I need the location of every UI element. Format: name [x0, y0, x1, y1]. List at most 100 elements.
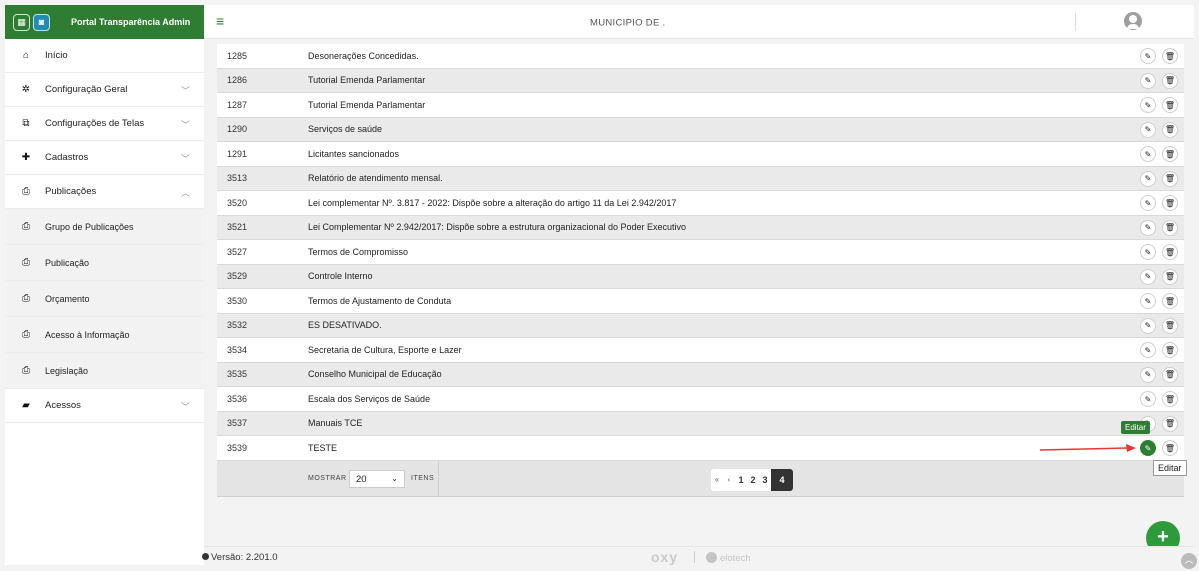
edit-pencil-icon[interactable]: ✎: [1140, 317, 1156, 334]
edit-pencil-icon[interactable]: ✎: [1140, 219, 1156, 236]
sidebar-item-label: Configurações de Telas: [45, 118, 145, 129]
sidebar-subitem-publicacao[interactable]: ⎙ Publicação: [5, 245, 204, 281]
portal-logo-icon: ◙: [33, 13, 50, 31]
trash-icon[interactable]: 🗑: [1162, 72, 1178, 89]
trash-icon[interactable]: 🗑: [1162, 97, 1178, 113]
edit-pencil-icon[interactable]: ✎: [1140, 170, 1156, 187]
page-2-button[interactable]: 2: [747, 469, 759, 491]
gear-icon: ✲: [21, 84, 31, 95]
trash-icon[interactable]: 🗑: [1162, 440, 1178, 456]
row-id: 3527: [227, 246, 248, 257]
sidebar-item-label: Grupo de Publicações: [45, 221, 134, 232]
sidebar-subitem-acesso-informacao[interactable]: ⎙ Acesso à Informação: [5, 317, 204, 353]
row-name: Termos de Ajustamento de Conduta: [308, 295, 452, 306]
row-name: Manuais TCE: [308, 418, 363, 429]
user-avatar-icon[interactable]: [1124, 12, 1142, 30]
row-id: 3520: [227, 197, 248, 208]
edit-pencil-icon[interactable]: ✎: [1140, 195, 1156, 211]
trash-icon[interactable]: 🗑: [1162, 146, 1178, 162]
table-row: 3530 Termos de Ajustamento de Conduta ✎ 🗑: [217, 289, 1184, 314]
table-row: 3513 Relatório de atendimento mensal. ✎ 🗑: [217, 166, 1184, 191]
row-name: Relatório de atendimento mensal.: [308, 173, 443, 184]
sidebar-item-configuracoes-telas[interactable]: ⧉ Configurações de Telas ﹀: [5, 107, 204, 141]
scroll-top-button[interactable]: ︿: [1181, 553, 1197, 569]
sidebar-item-label: Publicações: [45, 186, 97, 197]
chevron-down-icon: ﹀: [180, 120, 190, 130]
annotation-arrow-icon: [1040, 444, 1136, 452]
edit-pencil-icon[interactable]: ✎: [1140, 121, 1156, 138]
trash-icon[interactable]: 🗑: [1162, 293, 1178, 309]
hamburger-menu-icon[interactable]: ≡: [216, 14, 224, 28]
table-row: 3535 Conselho Municipal de Educação ✎ 🗑: [217, 362, 1184, 387]
trash-icon[interactable]: 🗑: [1162, 48, 1178, 64]
page-3-button[interactable]: 3: [759, 469, 771, 491]
elotech-logo: elotech: [706, 552, 751, 564]
chevron-down-icon: ﹀: [180, 154, 190, 164]
edit-pencil-icon[interactable]: ✎: [1140, 293, 1156, 309]
trash-icon[interactable]: 🗑: [1162, 121, 1178, 138]
row-name: Tutorial Emenda Parlamentar: [308, 99, 426, 110]
brand-bar[interactable]: ▦ ◙ Portal Transparência Admin: [5, 5, 204, 39]
oxy-logo: oxy: [651, 549, 679, 565]
sidebar-subitem-legislacao[interactable]: ⎙ Legislação: [5, 353, 204, 389]
itens-label: ITENS: [411, 475, 435, 482]
sidebar-item-publicacoes[interactable]: ⎙ Publicações ︿: [5, 175, 204, 209]
edit-pencil-icon[interactable]: ✎: [1140, 440, 1156, 456]
trash-icon[interactable]: 🗑: [1162, 391, 1178, 407]
edit-pencil-icon[interactable]: ✎: [1140, 97, 1156, 113]
trash-icon[interactable]: 🗑: [1162, 195, 1178, 211]
row-name: Secretaria de Cultura, Esporte e Lazer: [308, 344, 462, 355]
trash-icon[interactable]: 🗑: [1162, 268, 1178, 285]
trash-icon[interactable]: 🗑: [1162, 342, 1178, 358]
row-name: Licitantes sancionados: [308, 148, 400, 159]
row-name: Desonerações Concedidas.: [308, 50, 419, 61]
home-icon: ⌂: [22, 50, 30, 61]
row-id: 1287: [227, 99, 248, 110]
sidebar-item-inicio[interactable]: ⌂ Início: [5, 39, 204, 73]
prev-page-button[interactable]: ‹: [723, 469, 735, 491]
trash-icon[interactable]: 🗑: [1162, 170, 1178, 187]
row-name: Serviços de saúde: [308, 124, 383, 135]
edit-pencil-icon[interactable]: ✎: [1140, 342, 1156, 358]
row-name: Tutorial Emenda Parlamentar: [308, 75, 426, 86]
edit-pencil-icon[interactable]: ✎: [1140, 146, 1156, 162]
sidebar: ▦ ◙ Portal Transparência Admin ⌂ Início …: [5, 5, 204, 565]
row-name: Conselho Municipal de Educação: [308, 369, 442, 380]
sidebar-item-label: Início: [45, 50, 68, 61]
edit-pencil-icon[interactable]: ✎: [1140, 268, 1156, 285]
row-id: 3530: [227, 295, 248, 306]
row-name: Escala dos Serviços de Saúde: [308, 393, 431, 404]
row-id: 3534: [227, 344, 248, 355]
edit-pencil-icon[interactable]: ✎: [1140, 391, 1156, 407]
trash-icon[interactable]: 🗑: [1162, 317, 1178, 334]
trash-icon[interactable]: 🗑: [1162, 244, 1178, 260]
table-row: 3539 TESTE ✎ 🗑: [217, 436, 1184, 461]
table-row: 1286 Tutorial Emenda Parlamentar ✎ 🗑: [217, 68, 1184, 93]
edit-pencil-icon[interactable]: ✎: [1140, 48, 1156, 64]
row-id: 3532: [227, 320, 248, 331]
sidebar-item-acessos[interactable]: ▰ Acessos ﹀: [5, 389, 204, 423]
sidebar-item-configuracao-geral[interactable]: ✲ Configuração Geral ﹀: [5, 73, 204, 107]
table-row: 1290 Serviços de saúde ✎ 🗑: [217, 117, 1184, 142]
sidebar-item-label: Configuração Geral: [45, 84, 128, 95]
page-1-button[interactable]: 1: [735, 469, 747, 491]
sidebar-item-label: Acessos: [45, 400, 81, 411]
divider: [1075, 13, 1076, 31]
sidebar-item-label: Legislação: [45, 365, 89, 376]
trash-icon[interactable]: 🗑: [1162, 219, 1178, 236]
row-id: 1290: [227, 124, 248, 135]
version-label: Versão: 2.201.0: [202, 552, 278, 563]
edit-pencil-icon[interactable]: ✎: [1140, 72, 1156, 89]
sidebar-subitem-grupo-publicacoes[interactable]: ⎙ Grupo de Publicações: [5, 209, 204, 245]
table-row: 3521 Lei Complementar Nº 2.942/2017: Disp…: [217, 215, 1184, 240]
sidebar-item-cadastros[interactable]: ✚ Cadastros ﹀: [5, 141, 204, 175]
page-4-button[interactable]: 4: [771, 469, 793, 491]
edit-pencil-icon[interactable]: ✎: [1140, 244, 1156, 260]
items-per-page-select[interactable]: 20 ⌄: [349, 470, 405, 488]
trash-icon[interactable]: 🗑: [1162, 415, 1178, 432]
edit-pencil-icon[interactable]: ✎: [1140, 366, 1156, 383]
first-page-button[interactable]: «: [711, 469, 723, 491]
trash-icon[interactable]: 🗑: [1162, 366, 1178, 383]
sidebar-subitem-orcamento[interactable]: ⎙ Orçamento: [5, 281, 204, 317]
pagination: « ‹ 1 2 3 4: [711, 469, 793, 491]
